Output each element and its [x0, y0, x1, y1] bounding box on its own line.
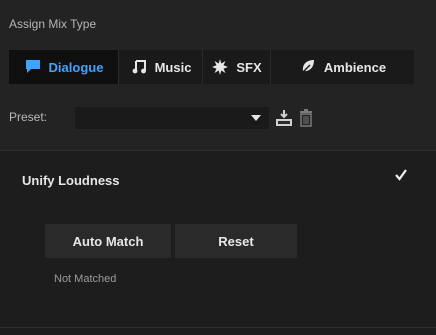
preset-label: Preset: — [9, 110, 48, 124]
delete-preset-icon[interactable] — [298, 109, 316, 127]
preset-dropdown[interactable] — [75, 107, 269, 129]
save-preset-icon[interactable] — [275, 109, 293, 127]
chevron-down-icon — [251, 115, 261, 121]
tab-ambience[interactable]: Ambience — [271, 50, 414, 84]
burst-icon — [211, 58, 229, 76]
tab-music[interactable]: Music — [119, 50, 203, 84]
leaf-icon — [299, 58, 317, 76]
music-note-icon — [130, 58, 148, 76]
section-title: Assign Mix Type — [9, 17, 97, 31]
assign-mix-type-panel: Assign Mix Type Dialogue Music SFX Ambie… — [0, 0, 436, 150]
match-status: Not Matched — [54, 273, 117, 285]
tab-label: SFX — [236, 59, 262, 75]
tab-sfx[interactable]: SFX — [203, 50, 271, 84]
auto-match-button[interactable]: Auto Match — [45, 224, 171, 258]
mix-type-tabs: Dialogue Music SFX Ambience — [9, 50, 414, 84]
preset-row: Preset: — [9, 107, 429, 129]
unify-loudness-checkbox[interactable] — [392, 166, 410, 184]
speech-bubble-icon — [24, 58, 42, 76]
checkmark-icon — [395, 169, 407, 181]
reset-button[interactable]: Reset — [175, 224, 297, 258]
tab-label: Ambience — [323, 59, 387, 75]
unify-loudness-label: Unify Loudness — [22, 173, 120, 188]
divider — [0, 150, 436, 151]
tab-label: Dialogue — [48, 59, 104, 75]
tab-label: Music — [154, 59, 192, 75]
tab-dialogue[interactable]: Dialogue — [9, 50, 119, 84]
divider — [0, 327, 436, 328]
